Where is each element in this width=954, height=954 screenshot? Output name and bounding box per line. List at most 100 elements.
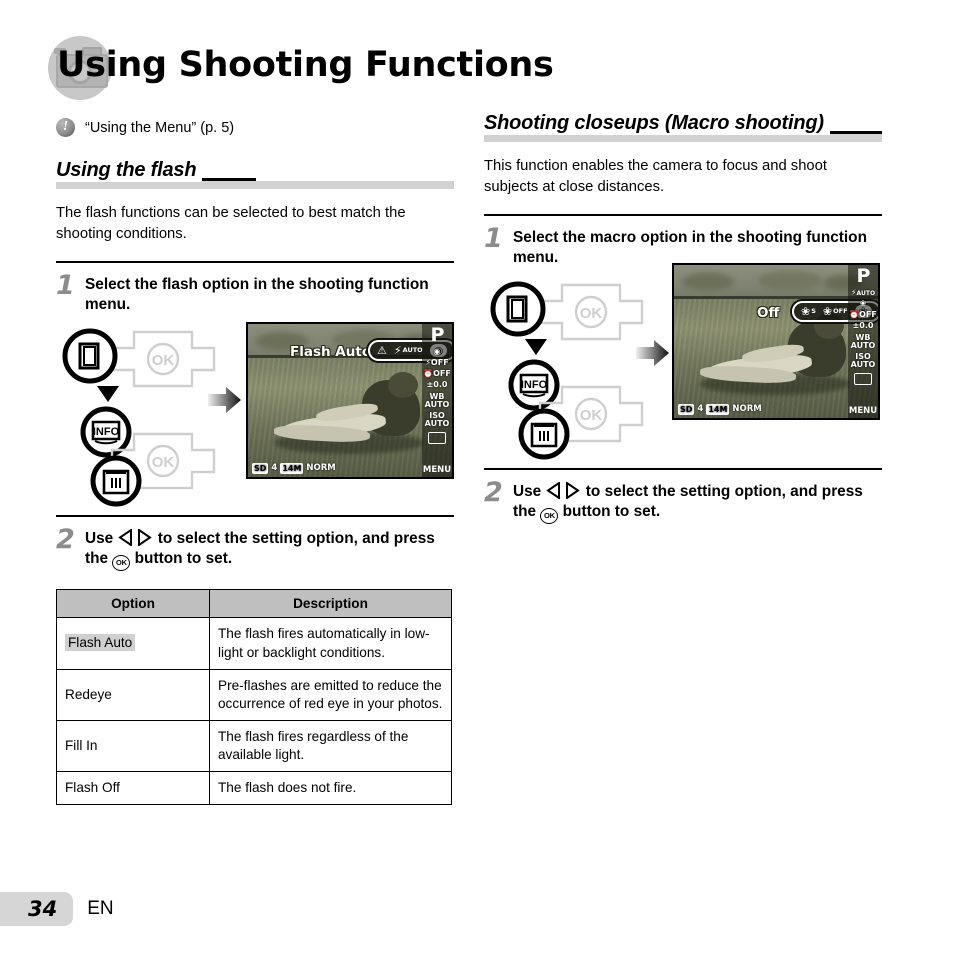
left-arrow-button[interactable] <box>62 328 118 389</box>
lcd-white-balance: WB AUTO <box>850 332 876 350</box>
intro-text-flash: The flash functions can be selected to b… <box>56 205 406 242</box>
lcd-selftimer-off-indicator: ⏰OFF <box>849 310 877 320</box>
flash-off-icon[interactable]: ⚠ <box>377 345 387 356</box>
lcd-shots-remaining: 4 <box>271 463 278 474</box>
step-number: 1 <box>56 270 75 301</box>
step-text: Select the flash option in the shooting … <box>85 276 429 314</box>
left-right-arrows-icon <box>117 528 154 546</box>
step-1-flash: 1 Select the flash option in the shootin… <box>56 263 454 316</box>
lcd-bottom-indicators: SD 4 14M NORM <box>678 403 762 415</box>
lcd-quality: NORM <box>732 404 762 415</box>
section-heading-macro: Shooting closeups (Macro shooting) <box>484 112 882 142</box>
table-row: Redeye Pre-flashes are emitted to reduce… <box>56 668 452 721</box>
step-number: 1 <box>484 223 503 254</box>
option-cell: Flash Auto <box>56 617 210 670</box>
heading-rule-gray <box>56 181 454 189</box>
svg-text:OK: OK <box>580 305 603 322</box>
option-cell: Fill In <box>56 719 210 772</box>
step-text-part3: button to set. <box>134 550 233 568</box>
step-text-part1: Use <box>85 529 114 547</box>
left-column: “Using the Menu” (p. 5) Using the flash … <box>56 117 454 806</box>
lcd-flash-auto-indicator: ⚡AUTO <box>850 287 876 297</box>
lcd-status-strip: P ⚡AUTO ❀ ⏰OFF ±0.0 WB AUTO ISO AUTO MENU <box>848 264 878 418</box>
down-arrow-icon <box>97 385 119 402</box>
right-column: Shooting closeups (Macro shooting) This … <box>484 112 882 525</box>
trash-button[interactable] <box>518 408 570 465</box>
lcd-white-balance: WB AUTO <box>424 391 450 409</box>
lcd-iso: ISO AUTO <box>424 410 450 429</box>
lcd-mode-p: P <box>856 264 871 287</box>
svg-text:OK: OK <box>152 454 175 471</box>
lcd-shots-remaining: 4 <box>697 404 704 415</box>
exclamation-icon <box>56 117 75 137</box>
lcd-flash-off-indicator: ⚡OFF <box>425 358 449 368</box>
lcd-drive-mode-icon <box>428 432 446 445</box>
page-title: Using Shooting Functions <box>57 45 554 85</box>
super-macro-icon[interactable]: ❀ S <box>801 306 816 317</box>
option-cell: Flash Off <box>56 770 210 806</box>
step-number: 2 <box>56 523 75 555</box>
flow-right-arrow-icon <box>208 386 242 419</box>
dpad-ghost-top: OK <box>108 326 218 392</box>
heading-rule-gray <box>484 134 882 142</box>
lcd-menu-label: MENU <box>422 465 452 476</box>
column-header-description: Description <box>209 589 452 619</box>
lcd-bottom-indicators: SD 4 14M NORM <box>252 462 336 474</box>
lcd-option-label: Flash Auto <box>290 343 372 360</box>
table-row: Fill In The flash fires regardless of th… <box>56 719 452 772</box>
section-heading-using-the-flash: Using the flash <box>56 159 454 189</box>
flash-options-table: Option Description Flash Auto The flash … <box>56 589 452 806</box>
lcd-redeye-indicator: ◉ <box>433 346 441 356</box>
flash-auto-icon[interactable]: ⚡ AUTO <box>394 345 423 356</box>
option-label: Flash Auto <box>65 634 136 652</box>
lcd-resolution: 14M <box>280 462 304 474</box>
lcd-option-label: Off <box>757 304 780 321</box>
flow-right-arrow-icon <box>636 339 670 372</box>
step-2-macro: 2 Use to select the setting option, and … <box>484 470 882 525</box>
table-row: Flash Off The flash does not fire. <box>56 770 452 806</box>
description-cell: The flash does not fire. <box>209 770 452 806</box>
step-2-flash: 2 Use to select the setting option, and … <box>56 517 454 572</box>
svg-text:OK: OK <box>152 352 175 369</box>
down-arrow-icon <box>525 338 547 355</box>
ok-button-icon: OK <box>112 555 131 572</box>
lcd-status-strip: P ◉ ⚡OFF ⏰OFF ±0.0 WB AUTO ISO AUTO MENU <box>422 323 452 477</box>
lcd-drive-mode-icon <box>854 373 872 386</box>
lcd-resolution: 14M <box>706 403 730 415</box>
lcd-exposure-comp: ±0.0 <box>426 380 448 390</box>
trash-button[interactable] <box>90 455 142 512</box>
step-text-part3: button to set. <box>562 503 661 521</box>
step-text: Use to select the setting option, and pr… <box>513 479 882 525</box>
macro-flow-diagram: OK INFO OK Off ❀ S ❀ OFF P ⚡AUTO ❀ ⏰OFF … <box>484 262 882 460</box>
intro-text-macro: This function enables the camera to focu… <box>484 158 828 195</box>
table-row: Flash Auto The flash fires automatically… <box>56 617 452 670</box>
svg-text:OK: OK <box>580 407 603 424</box>
left-right-arrows-icon <box>545 481 582 499</box>
step-1-macro: 1 Select the macro option in the shootin… <box>484 216 882 269</box>
table-header-row: Option Description <box>56 589 452 619</box>
lcd-card-icon: SD <box>678 403 695 415</box>
lcd-subject <box>696 312 856 403</box>
option-cell: Redeye <box>56 668 210 721</box>
manual-page: Using Shooting Functions “Using the Menu… <box>0 0 954 954</box>
flash-flow-diagram: OK INFO OK Flash Auto ⚠ ⚡ AUTO P ◉ ⚡OFF … <box>56 321 454 507</box>
lcd-menu-label: MENU <box>848 406 878 417</box>
column-header-option: Option <box>56 589 210 619</box>
lcd-card-icon: SD <box>252 462 269 474</box>
step-number: 2 <box>484 476 503 508</box>
dpad-ghost-top: OK <box>536 279 646 345</box>
lcd-subject <box>270 371 430 462</box>
lcd-selftimer-off-indicator: ⏰OFF <box>423 369 451 379</box>
description-cell: Pre-flashes are emitted to reduce the oc… <box>209 668 452 721</box>
masthead: Using Shooting Functions <box>48 36 908 108</box>
description-cell: The flash fires automatically in low-lig… <box>209 617 452 670</box>
section-heading-label: Shooting closeups (Macro shooting) <box>484 112 830 135</box>
macro-off-icon[interactable]: ❀ OFF <box>823 306 848 317</box>
lcd-preview-macro: Off ❀S ❀OFF ❀ P ⚡AUTO ❀ ⏰OFF ±0.0 WBAUTO… <box>672 262 880 420</box>
language-code: EN <box>87 898 114 919</box>
left-arrow-button[interactable] <box>490 281 546 342</box>
note-using-the-menu: “Using the Menu” (p. 5) <box>56 117 454 137</box>
step-text: Use to select the setting option, and pr… <box>85 526 454 572</box>
lcd-quality: NORM <box>306 463 336 474</box>
page-footer: 34 EN <box>0 892 114 926</box>
